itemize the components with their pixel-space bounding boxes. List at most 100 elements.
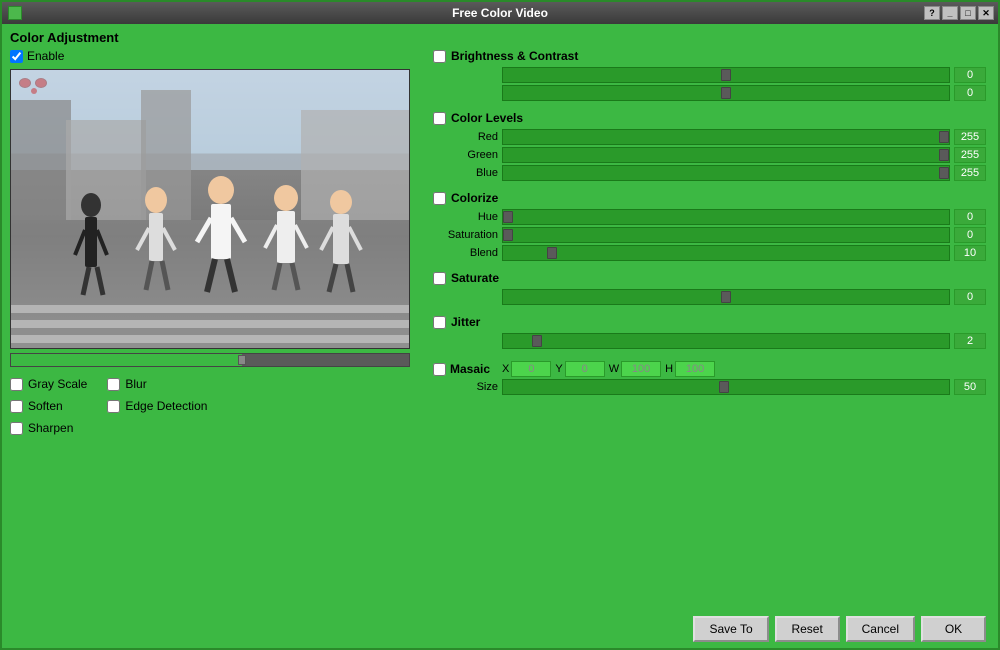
blue-value: 255 xyxy=(954,165,986,181)
jitter-slider-row: 2 xyxy=(433,333,986,349)
hue-slider-container xyxy=(502,209,950,225)
brightness-slider[interactable] xyxy=(503,68,949,82)
blue-slider[interactable] xyxy=(503,166,949,180)
masaic-x-label: X xyxy=(502,363,509,375)
grayscale-item: Gray Scale xyxy=(10,377,87,391)
window-content: Color Adjustment Enable xyxy=(2,24,998,648)
saturate-value: 0 xyxy=(954,289,986,305)
video-preview xyxy=(10,69,410,349)
help-button[interactable]: ? xyxy=(924,6,940,20)
window-header: Color Adjustment xyxy=(10,30,990,45)
saturate-checkbox[interactable] xyxy=(433,272,446,285)
enable-label[interactable]: Enable xyxy=(27,49,64,63)
colorize-checkbox[interactable] xyxy=(433,192,446,205)
minimize-button[interactable]: _ xyxy=(942,6,958,20)
video-scrubber[interactable] xyxy=(10,353,410,367)
masaic-checkbox[interactable] xyxy=(433,363,446,376)
brightness-contrast-checkbox[interactable] xyxy=(433,50,446,63)
green-value: 255 xyxy=(954,147,986,163)
edge-detection-checkbox[interactable] xyxy=(107,400,120,413)
brightness-contrast-label[interactable]: Brightness & Contrast xyxy=(451,49,578,63)
colorize-label[interactable]: Colorize xyxy=(451,191,498,205)
color-levels-label[interactable]: Color Levels xyxy=(451,111,523,125)
contrast-slider-container xyxy=(502,85,950,101)
enable-row: Enable xyxy=(10,49,425,63)
enable-checkbox[interactable] xyxy=(10,50,23,63)
left-filter-col: Gray Scale Soften Sharpen xyxy=(10,377,87,435)
masaic-x-coord: X xyxy=(502,361,551,377)
scrubber-thumb xyxy=(238,355,246,365)
jitter-checkbox[interactable] xyxy=(433,316,446,329)
saturation-slider[interactable] xyxy=(503,228,949,242)
maximize-button[interactable]: □ xyxy=(960,6,976,20)
masaic-w-coord: W xyxy=(609,361,661,377)
blend-slider[interactable] xyxy=(503,246,949,260)
jitter-header: Jitter xyxy=(433,315,986,329)
reset-button[interactable]: Reset xyxy=(775,616,840,642)
green-slider-container xyxy=(502,147,950,163)
close-button[interactable]: ✕ xyxy=(978,6,994,20)
red-slider-container xyxy=(502,129,950,145)
edge-detection-item: Edge Detection xyxy=(107,399,207,413)
masaic-size-slider-container xyxy=(502,379,950,395)
blur-label[interactable]: Blur xyxy=(125,377,146,391)
blur-checkbox[interactable] xyxy=(107,378,120,391)
masaic-y-input[interactable] xyxy=(565,361,605,377)
hue-slider[interactable] xyxy=(503,210,949,224)
grayscale-checkbox[interactable] xyxy=(10,378,23,391)
masaic-header-row: Masaic X Y W xyxy=(433,361,986,377)
masaic-size-slider-row: Size 50 xyxy=(433,379,986,395)
masaic-y-label: Y xyxy=(555,363,562,375)
sharpen-checkbox[interactable] xyxy=(10,422,23,435)
blue-slider-container xyxy=(502,165,950,181)
contrast-slider[interactable] xyxy=(503,86,949,100)
brightness-slider-container xyxy=(502,67,950,83)
blend-value: 10 xyxy=(954,245,986,261)
green-slider[interactable] xyxy=(503,148,949,162)
cancel-button[interactable]: Cancel xyxy=(846,616,915,642)
title-icon xyxy=(8,6,22,20)
blend-slider-row: Blend 10 xyxy=(433,245,986,261)
action-buttons: Save To Reset Cancel OK xyxy=(433,612,986,642)
sharpen-label[interactable]: Sharpen xyxy=(28,421,73,435)
saturate-label[interactable]: Saturate xyxy=(451,271,499,285)
edge-detection-label[interactable]: Edge Detection xyxy=(125,399,207,413)
saturation-value: 0 xyxy=(954,227,986,243)
saturation-label: Saturation xyxy=(433,229,498,241)
masaic-size-slider[interactable] xyxy=(503,380,949,394)
jitter-label[interactable]: Jitter xyxy=(451,315,480,329)
masaic-x-input[interactable] xyxy=(511,361,551,377)
masaic-label[interactable]: Masaic xyxy=(450,362,490,376)
color-levels-header: Color Levels xyxy=(433,111,986,125)
jitter-section: Jitter 2 xyxy=(433,315,986,349)
saturate-slider[interactable] xyxy=(503,290,949,304)
colorize-header: Colorize xyxy=(433,191,986,205)
hue-label: Hue xyxy=(433,211,498,223)
red-slider[interactable] xyxy=(503,130,949,144)
title-controls: ? _ □ ✕ xyxy=(924,6,994,20)
green-label: Green xyxy=(433,149,498,161)
grayscale-label[interactable]: Gray Scale xyxy=(28,377,87,391)
masaic-h-input[interactable] xyxy=(675,361,715,377)
masaic-section: Masaic X Y W xyxy=(433,359,986,395)
jitter-slider[interactable] xyxy=(503,334,949,348)
masaic-y-coord: Y xyxy=(555,361,604,377)
masaic-w-input[interactable] xyxy=(621,361,661,377)
saturate-header: Saturate xyxy=(433,271,986,285)
blue-label: Blue xyxy=(433,167,498,179)
saturate-slider-container xyxy=(502,289,950,305)
color-levels-checkbox[interactable] xyxy=(433,112,446,125)
hue-slider-row: Hue 0 xyxy=(433,209,986,225)
hue-value: 0 xyxy=(954,209,986,225)
ok-button[interactable]: OK xyxy=(921,616,986,642)
brightness-contrast-header: Brightness & Contrast xyxy=(433,49,986,63)
soften-checkbox[interactable] xyxy=(10,400,23,413)
soften-label[interactable]: Soften xyxy=(28,399,63,413)
title-bar: Free Color Video ? _ □ ✕ xyxy=(2,2,998,24)
saturation-slider-row: Saturation 0 xyxy=(433,227,986,243)
saturate-section: Saturate 0 xyxy=(433,271,986,305)
saturation-slider-container xyxy=(502,227,950,243)
save-to-button[interactable]: Save To xyxy=(693,616,768,642)
brightness-slider-row: 0 xyxy=(433,67,986,83)
brightness-contrast-section: Brightness & Contrast 0 xyxy=(433,49,986,101)
